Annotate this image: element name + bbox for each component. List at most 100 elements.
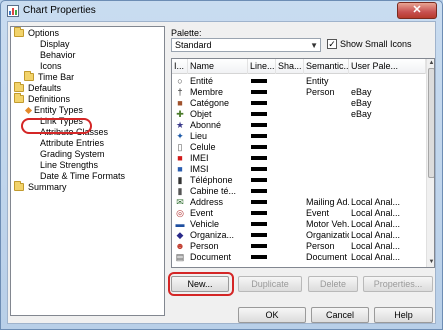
line-swatch (251, 134, 267, 138)
palette-value: Standard (175, 40, 212, 50)
duplicate-button[interactable]: Duplicate (238, 276, 302, 292)
close-icon: ✕ (412, 4, 422, 16)
semantic-type-cell (306, 153, 349, 164)
entity-name-cell: Abonné (190, 120, 222, 130)
tree-item-label: Date & Time Formats (40, 171, 126, 181)
line-swatch (251, 233, 267, 237)
line-swatch (251, 167, 267, 171)
column-header[interactable]: Name (188, 59, 248, 74)
table-row[interactable]: ■ IMSI (172, 164, 426, 175)
line-swatch (251, 156, 267, 160)
user-palette-cell: Local Anal... (351, 230, 401, 240)
title-bar: Chart Properties ✕ (1, 1, 442, 21)
category-tree[interactable]: Options Display Behavior Icons Time Bar Defau… (10, 26, 165, 316)
table-row[interactable]: † Membre Person eBay (172, 87, 426, 98)
tree-item-label: Grading System (40, 149, 105, 159)
entity-name-cell: Event (190, 208, 214, 218)
tree-item-label: Defaults (28, 83, 62, 93)
user-palette-cell: Local Anal... (351, 241, 401, 251)
delete-button[interactable]: Delete (308, 276, 358, 292)
folder-icon (14, 82, 24, 92)
category-icon: ■ (177, 98, 183, 108)
close-button[interactable]: ✕ (397, 2, 437, 19)
address-icon: ✉ (176, 197, 184, 207)
table-row[interactable]: ✦ Lieu (172, 131, 426, 142)
person-icon: † (177, 87, 183, 97)
table-row[interactable]: ▬ Vehicle Motor Veh...Local Anal... (172, 219, 426, 230)
semantic-type-cell (306, 98, 349, 109)
user-palette-cell (351, 120, 425, 131)
entity-name-cell: Lieu (190, 131, 208, 141)
imsi-icon: ■ (177, 164, 183, 174)
semantic-type-cell (306, 109, 349, 120)
location-icon: ✦ (176, 131, 184, 141)
folder-icon (24, 71, 34, 81)
semantic-type-cell (306, 131, 349, 142)
properties-button[interactable]: Properties... (363, 276, 433, 292)
semantic-type-cell: Mailing Ad... (306, 197, 349, 207)
user-palette-cell (351, 164, 425, 175)
user-palette-cell: Local Anal... (351, 252, 401, 262)
dialog-window: Chart Properties ✕ Options Display Behavio… (0, 0, 443, 330)
table-row[interactable]: ✚ Objet eBay (172, 109, 426, 120)
column-header[interactable]: Sha... (276, 59, 304, 74)
folder-icon (14, 27, 24, 37)
document-icon: ▤ (175, 252, 185, 262)
entity-name-cell: Objet (190, 109, 212, 119)
semantic-type-cell (306, 186, 349, 197)
cancel-button[interactable]: Cancel (311, 307, 369, 323)
person-face-icon: ☻ (175, 241, 185, 251)
user-palette-cell: eBay (351, 109, 372, 119)
table-row[interactable]: ◆ Organiza... OrganizationLocal Anal... (172, 230, 426, 241)
chart-properties-icon (7, 5, 19, 17)
entity-types-grid[interactable]: I... Name Line... Sha... Semantic... User Pal… (171, 58, 435, 268)
entity-name-cell: IMEI (190, 153, 209, 163)
user-palette-cell: Local Anal... (351, 208, 401, 218)
show-small-icons-checkbox[interactable]: ✓ (327, 39, 337, 49)
line-swatch (251, 112, 267, 116)
cell-icon: ▯ (177, 142, 183, 152)
line-swatch (251, 123, 267, 127)
table-row[interactable]: ✉ Address Mailing Ad...Local Anal... (172, 197, 426, 208)
entity-name-cell: Vehicle (190, 219, 220, 229)
entity-name-cell: Cabine té... (190, 186, 237, 196)
user-palette-cell (351, 175, 425, 186)
vehicle-icon: ▬ (175, 219, 185, 229)
ok-button[interactable]: OK (238, 307, 306, 323)
table-row[interactable]: ▤ Document Document Local Anal... (172, 252, 426, 263)
user-palette-cell: eBay (351, 98, 372, 108)
table-row[interactable]: ■ Catégone eBay (172, 98, 426, 109)
table-row[interactable]: ▮ Téléphone (172, 175, 426, 186)
line-swatch (251, 222, 267, 226)
table-row[interactable]: ◎ Event Event Local Anal... (172, 208, 426, 219)
table-row[interactable]: ▯ Celule (172, 142, 426, 153)
tree-item-label: Line Strengths (40, 160, 99, 170)
semantic-type-cell: Person (306, 241, 335, 251)
help-button[interactable]: Help (374, 307, 433, 323)
entity-name-cell: Celule (190, 142, 216, 152)
entity-name-cell: Téléphone (190, 175, 233, 185)
user-palette-cell: Local Anal... (351, 197, 401, 207)
tree-item-label: Options (28, 28, 60, 38)
line-swatch (251, 178, 267, 182)
scroll-up-icon[interactable]: ▲ (427, 59, 434, 68)
table-row[interactable]: ■ IMEI (172, 153, 426, 164)
table-row[interactable]: ○ Entité Entity (172, 76, 426, 87)
column-header[interactable]: Line... (248, 59, 276, 74)
scroll-thumb[interactable] (428, 68, 434, 178)
column-header[interactable]: I... (172, 59, 188, 74)
table-row[interactable]: ☻ Person Person Local Anal... (172, 241, 426, 252)
column-header[interactable]: User Pale... (349, 59, 426, 74)
entity-name-cell: Document (190, 252, 232, 262)
table-row[interactable]: ▮ Cabine té... (172, 186, 426, 197)
diamond-icon (24, 106, 33, 115)
scroll-down-icon[interactable]: ▼ (427, 258, 434, 267)
table-row[interactable]: ★ Abonné (172, 120, 426, 131)
imei-icon: ■ (177, 153, 183, 163)
grid-vertical-scrollbar[interactable]: ▲ ▼ (426, 59, 434, 267)
semantic-type-cell (306, 120, 349, 131)
tree-item-label: Behavior (40, 50, 76, 60)
palette-dropdown[interactable]: Standard ▼ (171, 38, 321, 52)
tree-item-label: Icons (40, 61, 62, 71)
column-header[interactable]: Semantic... (304, 59, 349, 74)
